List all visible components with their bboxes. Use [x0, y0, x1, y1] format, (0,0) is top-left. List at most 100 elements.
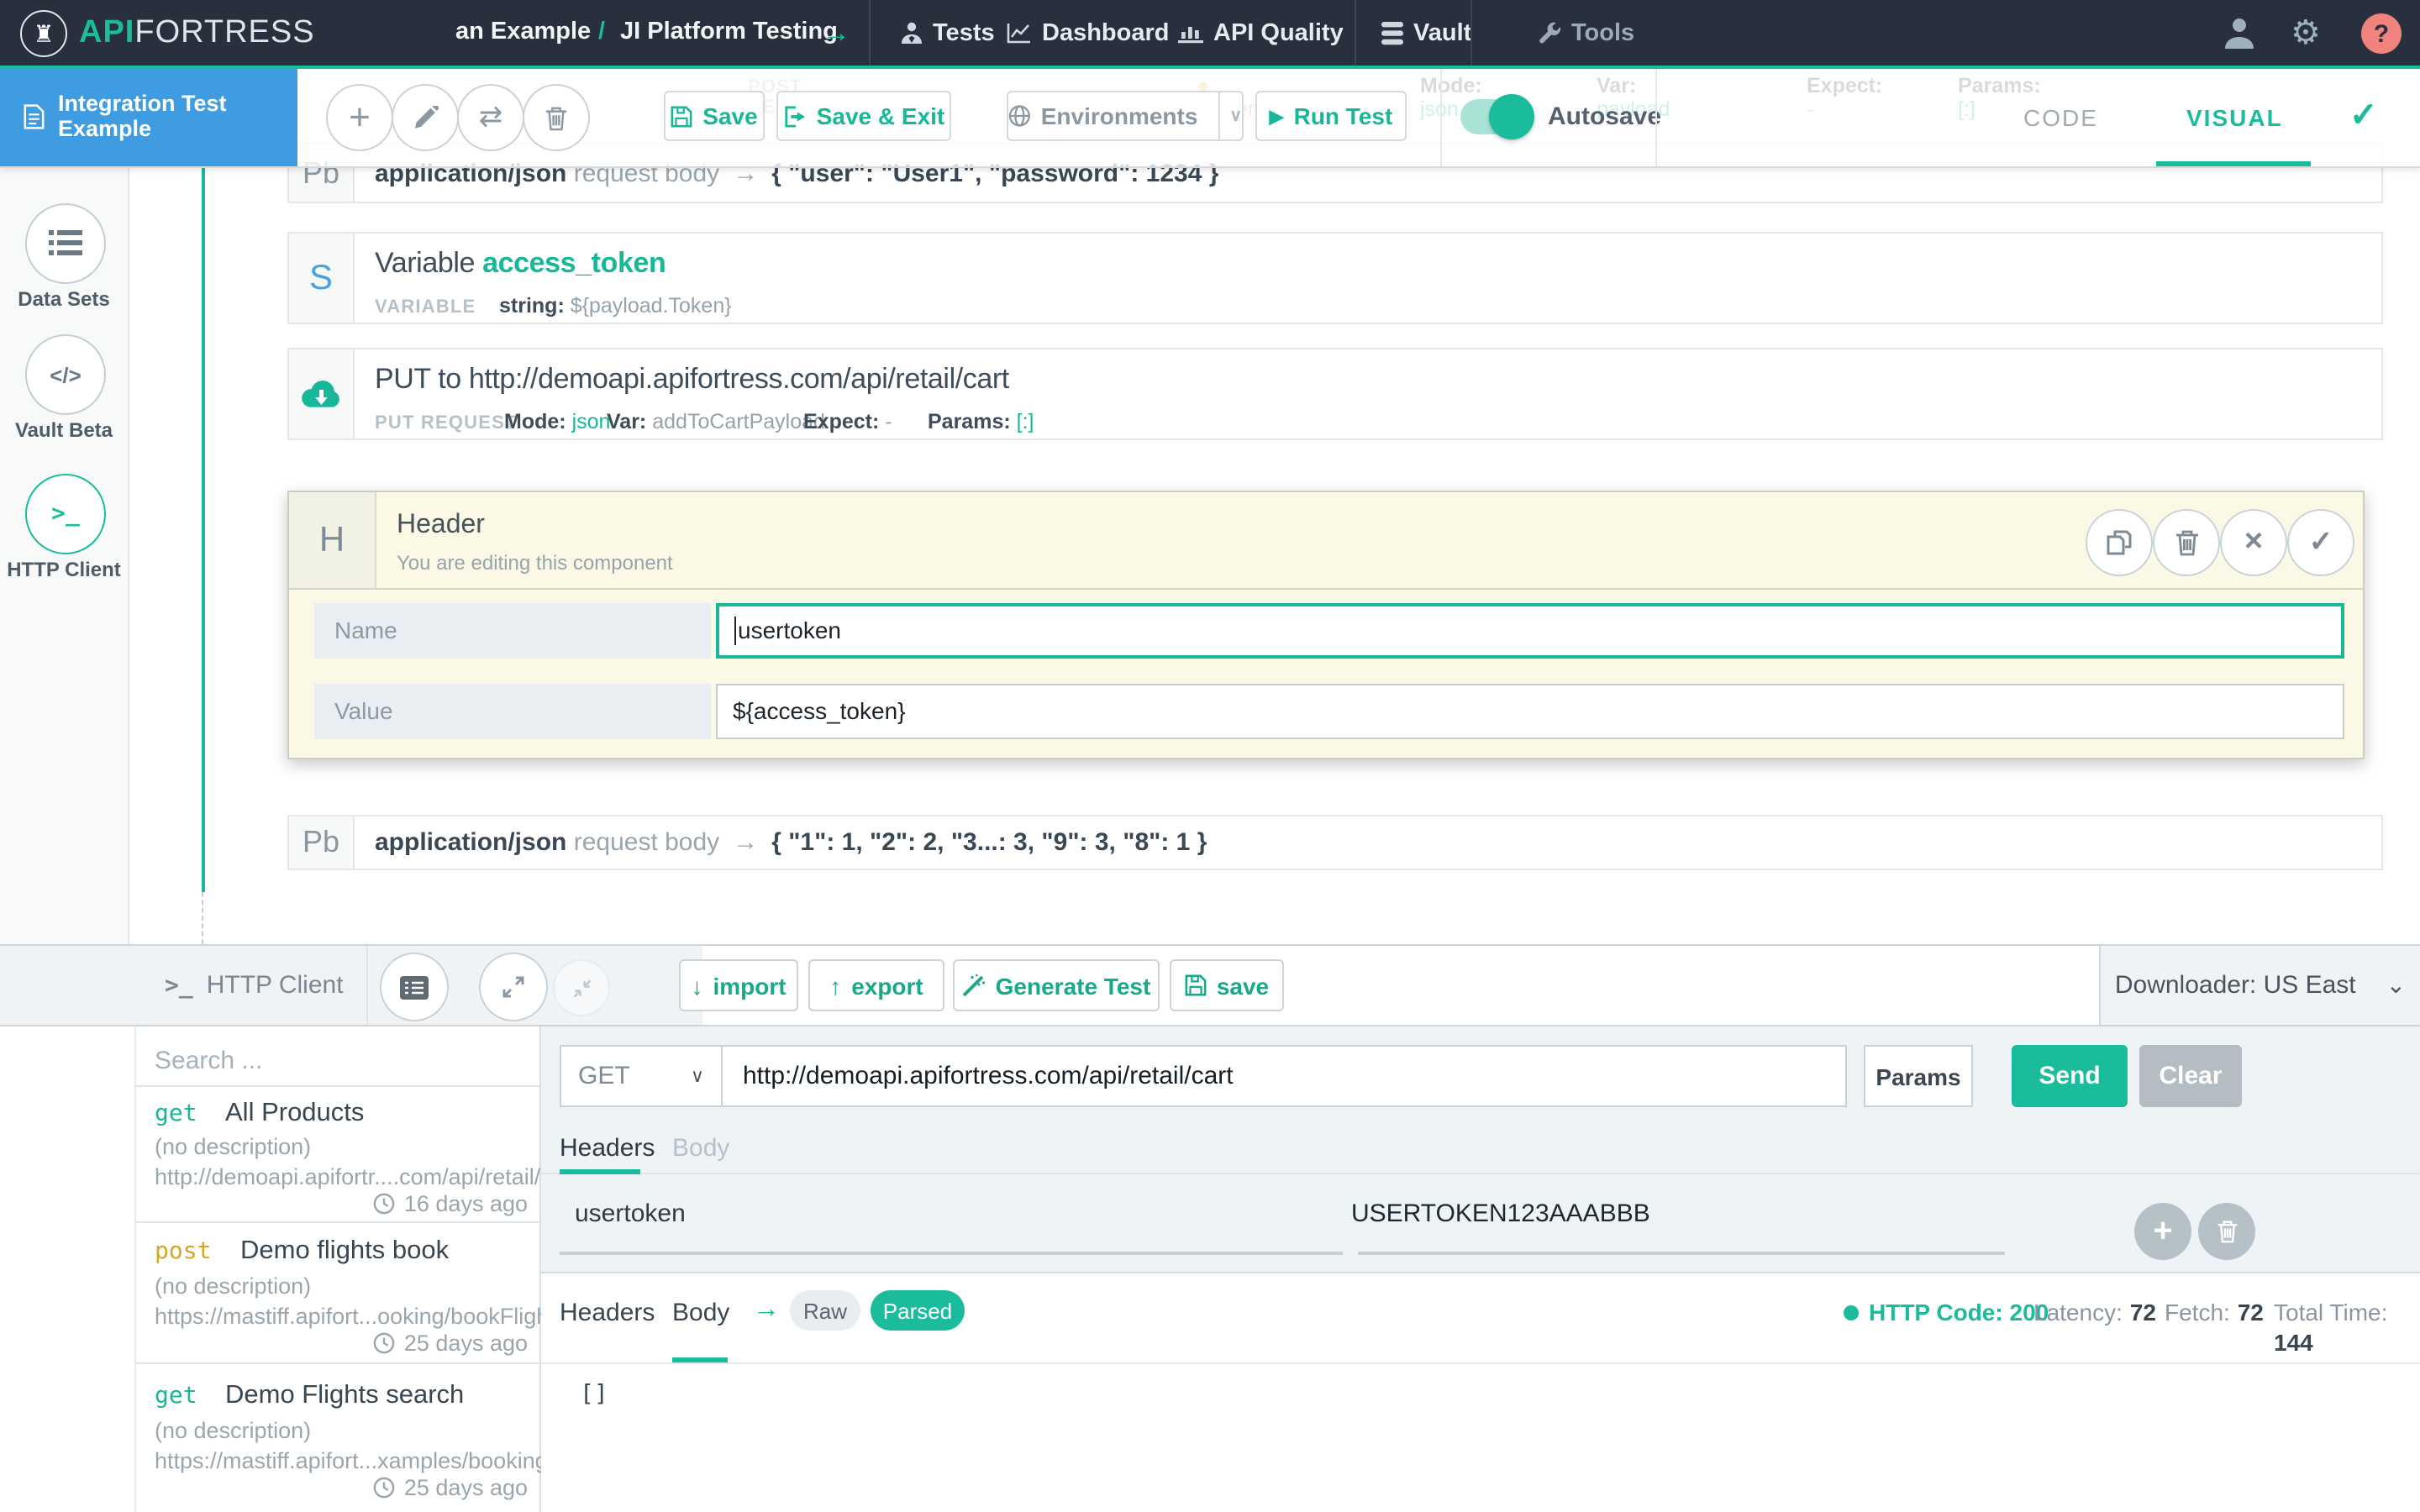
url-input[interactable]: http://demoapi.apifortress.com/api/retai… [721, 1045, 1847, 1107]
response-body-area: [] [541, 1364, 2420, 1512]
breadcrumb-test[interactable]: JI Platform Testing [620, 0, 838, 66]
variable-type-label: VARIABLE [375, 297, 476, 318]
import-button[interactable]: ↓import [679, 959, 798, 1011]
method-select[interactable]: GET ∨ [560, 1045, 723, 1107]
response-body-text: [] [580, 1381, 608, 1408]
send-button[interactable]: Send [2012, 1045, 2128, 1107]
user-account-icon[interactable] [2222, 15, 2257, 50]
brand-wordmark[interactable]: APIFORTRESS [79, 0, 315, 66]
client-save-button[interactable]: save [1170, 959, 1284, 1011]
nav-item-tools[interactable]: Tools [1538, 0, 1634, 66]
help-icon[interactable]: ? [2361, 13, 2402, 54]
vault-db-icon [1381, 21, 1403, 45]
header-value-label: Value [314, 684, 711, 739]
delete-component-button[interactable] [2153, 509, 2220, 576]
nav-item-api-quality[interactable]: API Quality [1178, 0, 1344, 66]
clock-icon [374, 1332, 396, 1354]
code-icon: </> [50, 362, 82, 387]
request-tab-headers[interactable]: Headers [560, 1134, 655, 1163]
cancel-edit-button[interactable]: × [2220, 509, 2287, 576]
tabs-arrow-icon: → [753, 1295, 780, 1326]
export-button[interactable]: ↑export [808, 959, 944, 1011]
app-root: POST REQUEST ● Generated Mode: json Var:… [0, 0, 2420, 1512]
client-console-button[interactable] [380, 953, 449, 1021]
delete-header-button[interactable] [2198, 1203, 2255, 1260]
clock-icon [374, 1477, 396, 1499]
sidebar-item-data-sets[interactable] [25, 203, 106, 284]
floppy-icon [1185, 974, 1207, 996]
sidebar-item-vault-beta[interactable]: </> [25, 334, 106, 415]
response-tab-headers[interactable]: Headers [560, 1299, 655, 1327]
save-exit-button[interactable]: Save & Exit [776, 91, 951, 141]
environments-button[interactable]: Environments ∨ [1007, 91, 1244, 141]
history-item[interactable]: post Demo flights book (no description) … [136, 1223, 541, 1362]
apifortress-logo-icon[interactable]: ♜ [20, 10, 67, 57]
variable-component-row[interactable]: S Variable access_token VARIABLE string:… [287, 232, 2383, 324]
import-arrow-icon: ↓ [691, 972, 702, 999]
put-cloud-icon [289, 349, 355, 438]
variable-title: Variable access_token [375, 247, 666, 281]
header-value-input[interactable]: ${access_token} [716, 684, 2344, 739]
env-chevron-icon: ∨ [1229, 107, 1242, 125]
parsed-toggle[interactable]: Parsed [871, 1290, 965, 1331]
export-arrow-icon: ↑ [829, 972, 841, 999]
put-var: Var: addToCartPayload [607, 410, 825, 433]
flow-spine-dashed [202, 892, 203, 944]
delete-button[interactable] [523, 84, 590, 151]
clear-button[interactable]: Clear [2139, 1045, 2242, 1107]
params-button[interactable]: Params [1864, 1045, 1973, 1107]
env-divider [1218, 92, 1219, 139]
request-tab-body[interactable]: Body [672, 1134, 729, 1163]
header-name-label: Name [314, 603, 711, 659]
request-body-badge: Pb [289, 816, 355, 869]
tab-code[interactable]: CODE [2023, 104, 2098, 131]
active-test-tab[interactable]: Integration Test Example [0, 66, 297, 166]
history-item[interactable]: get All Products (no description) http:/… [136, 1087, 541, 1221]
fetch-stat: Fetch: 72 [2165, 1299, 2264, 1329]
save-button[interactable]: Save [664, 91, 765, 141]
nav-item-tests[interactable]: Tests [901, 0, 995, 66]
autosave-toggle[interactable] [1460, 99, 1531, 134]
top-navbar: ♜ APIFORTRESS an Example / JI Platform T… [0, 0, 2420, 69]
header-editor-divider [289, 588, 2363, 590]
client-collapse-button[interactable] [553, 959, 610, 1016]
clock-icon [374, 1193, 396, 1215]
autosave-label: Autosave [1548, 102, 1661, 131]
run-test-button[interactable]: ▶ Run Test [1255, 91, 1407, 141]
client-expand-button[interactable] [479, 953, 548, 1021]
nav-item-dashboard[interactable]: Dashboard [1007, 0, 1170, 66]
confirm-edit-button[interactable]: ✓ [2287, 509, 2354, 576]
settings-gear-icon[interactable]: ⚙ [2291, 12, 2321, 54]
history-age: 16 days ago [374, 1191, 528, 1216]
request-body-row[interactable]: Pb application/json request body→{ "1": … [287, 815, 2383, 870]
add-component-button[interactable]: + [326, 84, 393, 151]
response-tab-body[interactable]: Body [672, 1299, 729, 1327]
history-item[interactable]: get Demo Flights search (no description)… [136, 1364, 541, 1512]
sidebar-item-http-client[interactable]: >_ [25, 474, 106, 554]
search-input[interactable]: Search ... [155, 1040, 524, 1084]
status-dot [1844, 1305, 1859, 1320]
http-client-bar: Downloader: US East ⌄ >_ HTTP Client ↓im… [0, 944, 2420, 1026]
edit-button[interactable] [392, 84, 459, 151]
raw-toggle[interactable]: Raw [790, 1290, 860, 1331]
tab-visual[interactable]: VISUAL [2186, 104, 2283, 131]
request-header-value[interactable]: USERTOKEN123AAABBB [1351, 1200, 1650, 1228]
downloader-chevron-icon: ⌄ [2386, 971, 2406, 1000]
header-name-input[interactable]: usertoken [716, 603, 2344, 659]
reorder-button[interactable]: ⇄ [457, 84, 524, 151]
put-request-row[interactable]: PUT to http://demoapi.apifortress.com/ap… [287, 348, 2383, 440]
request-header-name[interactable]: usertoken [575, 1200, 686, 1228]
nav-item-vault[interactable]: Vault [1381, 0, 1471, 66]
dashboard-icon [1007, 22, 1032, 44]
generate-test-button[interactable]: Generate Test [953, 959, 1160, 1011]
put-type-label: PUT REQUEST [375, 413, 518, 433]
add-header-button[interactable]: + [2134, 1203, 2191, 1260]
duplicate-component-button[interactable] [2086, 509, 2153, 576]
toolbar-divider-2 [1655, 66, 1657, 166]
client-title: >_ HTTP Client [165, 946, 344, 1025]
variable-string-meta: string: ${payload.Token} [499, 294, 732, 318]
breadcrumb-project[interactable]: an Example [455, 0, 591, 66]
terminal-icon: >_ [51, 501, 80, 528]
downloader-selector[interactable]: Downloader: US East ⌄ [2099, 946, 2420, 1025]
sidebar-label-data-sets: Data Sets [0, 287, 128, 311]
